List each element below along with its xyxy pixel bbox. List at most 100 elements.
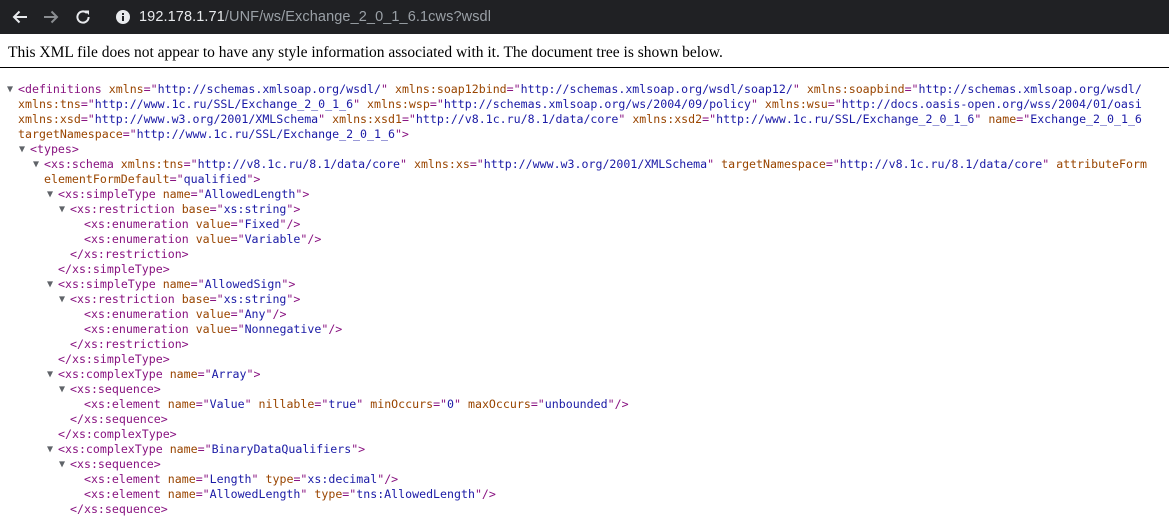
xml-line: ▼ <xs:sequence> (0, 457, 1169, 472)
xml-line-text: <xs:enumeration value="Variable"/> (84, 232, 321, 247)
xml-markup: =" (197, 367, 212, 381)
xml-markup: <xs:sequence> (70, 457, 161, 471)
xml-attr-name: value (195, 217, 231, 231)
xml-markup: <xs:enumeration (84, 232, 196, 246)
xml-attr-name: value (195, 307, 231, 321)
url-text: 192.178.1.71/UNF/ws/Exchange_2_0_1_6.1cw… (139, 9, 491, 25)
xml-line: <xs:element name="Length" type="xs:decim… (0, 472, 1169, 487)
xml-line-text: <xs:complexType name="Array"> (58, 367, 260, 382)
address-bar[interactable]: 192.178.1.71/UNF/ws/Exchange_2_0_1_6.1cw… (105, 2, 1169, 32)
xml-line: </xs:restriction> (0, 247, 1169, 262)
xml-attr-value: http://schemas.xmlsoap.org/wsdl/soap12/ (520, 82, 793, 96)
xml-attr-value: http://www.w3.org/2001/XMLSchema (94, 112, 319, 126)
xml-markup: =" (195, 487, 210, 501)
xml-markup: </xs:complexType> (58, 427, 177, 441)
xml-markup: <xs:restriction (70, 292, 182, 306)
collapse-toggle-icon[interactable]: ▼ (7, 82, 13, 97)
xml-line-text: <xs:complexType name="BinaryDataQualifie… (58, 442, 365, 457)
xml-markup: " (618, 112, 633, 126)
xml-markup: <xs:restriction (70, 202, 182, 216)
xml-line: ▼ <xs:simpleType name="AllowedLength"> (0, 187, 1169, 202)
xml-markup: =" (904, 82, 919, 96)
xml-attr-name: xmlns:soap12bind (394, 82, 507, 96)
xml-markup: </xs:sequence> (70, 502, 168, 516)
xml-markup: </xs:sequence> (70, 412, 168, 426)
xml-attr-value: Any (244, 307, 266, 321)
xml-markup: " (974, 112, 989, 126)
xml-info-banner: This XML file does not appear to have an… (0, 34, 1169, 68)
xml-attr-name: base (181, 202, 210, 216)
xml-markup: =" (122, 127, 137, 141)
xml-markup: " (318, 112, 333, 126)
reload-icon (76, 10, 90, 24)
back-button[interactable] (7, 4, 33, 30)
collapse-toggle-icon[interactable]: ▼ (47, 442, 53, 457)
xml-attr-name: xmlns:soapbind (806, 82, 905, 96)
xml-markup: =" (293, 472, 308, 486)
xml-markup: </xs:simpleType> (58, 352, 170, 366)
xml-markup: =" (230, 232, 245, 246)
xml-attr-name: xmlns:wsp (367, 97, 430, 111)
xml-markup: <xs:complexType (58, 442, 170, 456)
xml-line: ▼ <xs:restriction base="xs:string"> (0, 292, 1169, 307)
xml-markup: =" (190, 277, 205, 291)
xml-attr-value: qualified (183, 172, 247, 186)
collapse-toggle-icon[interactable]: ▼ (47, 367, 53, 382)
xml-markup: " (381, 82, 395, 96)
xml-attr-name: xmlns:xs (413, 157, 470, 171)
forward-button[interactable] (38, 4, 64, 30)
xml-line-text: xmlns:tns="http://www.1c.ru/SSL/Exchange… (18, 97, 1142, 112)
xml-line: </xs:sequence> (0, 412, 1169, 427)
collapse-toggle-icon[interactable]: ▼ (59, 457, 65, 472)
xml-line-text: <xs:element name="AllowedLength" type="t… (84, 487, 496, 502)
xml-attr-value: Nonnegative (244, 322, 322, 336)
xml-attr-value: http://www.1c.ru/SSL/Exchange_2_0_1_6 (716, 112, 975, 126)
xml-markup: " (707, 157, 722, 171)
collapse-toggle-icon[interactable]: ▼ (33, 157, 39, 172)
xml-attr-value: xs:decimal (307, 472, 378, 486)
xml-attr-name: name (169, 367, 198, 381)
collapse-toggle-icon[interactable]: ▼ (47, 277, 53, 292)
xml-markup: =" (342, 487, 357, 501)
xml-markup: <xs:element (84, 397, 168, 411)
collapse-toggle-icon[interactable]: ▼ (59, 382, 65, 397)
xml-attr-value: Exchange_2_0_1_6 (1030, 112, 1142, 126)
collapse-toggle-icon[interactable]: ▼ (47, 187, 53, 202)
xml-markup: "/> (321, 322, 343, 336)
site-info-icon[interactable] (115, 9, 131, 25)
xml-line: </xs:simpleType> (0, 262, 1169, 277)
xml-attr-name: xmlns:xsd2 (632, 112, 703, 126)
xml-line: </xs:sequence> (0, 502, 1169, 517)
xml-attr-value: Array (211, 367, 247, 381)
xml-attr-name: minOccurs (370, 397, 434, 411)
xml-line-text: </xs:simpleType> (58, 262, 170, 277)
xml-markup: "> (286, 292, 301, 306)
xml-markup: "/> (474, 487, 496, 501)
xml-line-text: xmlns:xsd="http://www.w3.org/2001/XMLSch… (18, 112, 1142, 127)
collapse-toggle-icon[interactable]: ▼ (19, 142, 25, 157)
xml-attr-value: xs:string (223, 292, 287, 306)
xml-markup: =" (195, 472, 210, 486)
xml-line-text: <xs:element name="Length" type="xs:decim… (84, 472, 398, 487)
xml-line: <xs:enumeration value="Any"/> (0, 307, 1169, 322)
xml-attr-value: BinaryDataQualifiers (211, 442, 352, 456)
xml-markup: =" (469, 157, 484, 171)
xml-markup: =" (314, 397, 329, 411)
collapse-toggle-icon[interactable]: ▼ (59, 202, 65, 217)
xml-markup: " (251, 472, 266, 486)
reload-button[interactable] (70, 4, 96, 30)
xml-markup: "> (295, 187, 310, 201)
xml-markup: =" (143, 82, 158, 96)
xml-markup: <xs:enumeration (84, 322, 196, 336)
xml-line: <xs:element name="AllowedLength" type="t… (0, 487, 1169, 502)
xml-line-text: </xs:restriction> (70, 337, 189, 352)
xml-line: elementFormDefault="qualified"> (0, 172, 1169, 187)
xml-line: <xs:enumeration value="Nonnegative"/> (0, 322, 1169, 337)
xml-attr-value: Variable (244, 232, 301, 246)
xml-line: ▼ <xs:restriction base="xs:string"> (0, 202, 1169, 217)
xml-markup: " (300, 487, 315, 501)
xml-markup: =" (1016, 112, 1031, 126)
xml-line: ▼ <xs:sequence> (0, 382, 1169, 397)
xml-attr-value: http://schemas.xmlsoap.org/ws/2004/09/po… (443, 97, 751, 111)
collapse-toggle-icon[interactable]: ▼ (59, 292, 65, 307)
